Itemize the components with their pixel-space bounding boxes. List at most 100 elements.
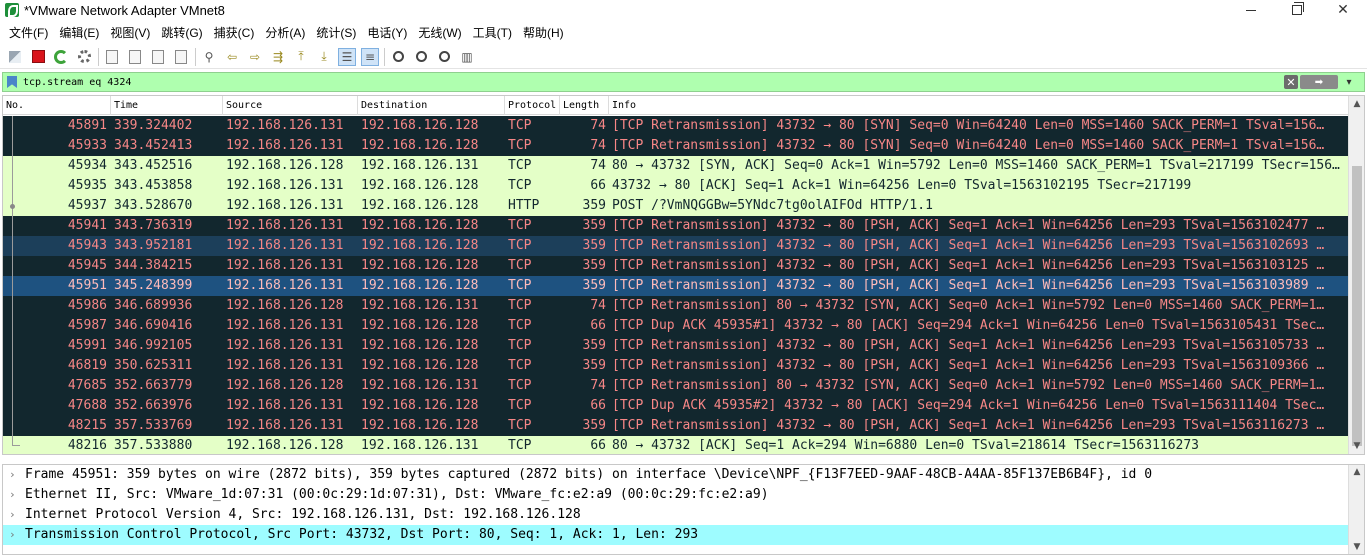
zoom-out-button[interactable] (412, 48, 430, 66)
go-forward-button[interactable]: ⇨ (246, 48, 264, 66)
column-header-destination[interactable]: Destination (358, 96, 505, 115)
packet-row[interactable]: 45933 343.452413 192.168.126.131 192.168.12… (3, 136, 1349, 156)
column-header-info[interactable]: Info (609, 96, 1349, 115)
related-packet-indicator (12, 236, 13, 256)
detail-row-ipv4[interactable]: › Internet Protocol Version 4, Src: 192.1… (3, 505, 1349, 525)
packet-row[interactable]: 47685 352.663779 192.168.126.128 192.168.12… (3, 376, 1349, 396)
goto-icon: ⇶ (272, 49, 284, 64)
packet-source: 192.168.126.128 (226, 438, 344, 453)
detail-row-ethernet[interactable]: › Ethernet II, Src: VMware_1d:07:31 (00:0… (3, 485, 1349, 505)
bookmark-icon[interactable] (7, 76, 17, 88)
packet-source: 192.168.126.128 (226, 158, 344, 173)
packet-number: 45986 (67, 298, 107, 313)
packet-length: 74 (590, 298, 606, 313)
zoom-reset-button[interactable] (435, 48, 453, 66)
column-header-time[interactable]: Time (111, 96, 223, 115)
restart-capture-button[interactable] (52, 48, 70, 66)
packet-destination: 192.168.126.128 (361, 398, 479, 413)
details-scrollbar[interactable]: ▲ ▼ (1348, 465, 1364, 554)
packet-info: [TCP Retransmission] 43732 → 80 [PSH, AC… (612, 338, 1325, 353)
packet-row[interactable]: 45937 343.528670 192.168.126.131 192.168.12… (3, 196, 1349, 216)
packet-time: 343.453858 (114, 178, 193, 193)
packet-destination: 192.168.126.128 (361, 138, 479, 153)
detail-row-tcp[interactable]: › Transmission Control Protocol, Src Port… (3, 525, 1349, 545)
packet-row[interactable]: 45941 343.736319 192.168.126.131 192.168.12… (3, 216, 1349, 236)
scroll-down-icon[interactable]: ▼ (1349, 438, 1364, 454)
related-packet-indicator (12, 136, 13, 156)
apply-filter-button[interactable]: ➡ (1300, 75, 1338, 89)
related-packet-indicator (12, 276, 13, 296)
column-header-length[interactable]: Length (560, 96, 609, 115)
menu-file[interactable]: 文件(F) (4, 24, 53, 41)
chevron-right-icon[interactable]: › (9, 465, 16, 485)
display-filter-input[interactable]: tcp.stream eq 4324 (23, 77, 131, 88)
menu-telephony[interactable]: 电话(Y) (362, 24, 412, 41)
find-packet-button[interactable]: ⚲ (200, 48, 218, 66)
go-back-button[interactable]: ⇦ (223, 48, 241, 66)
packet-row[interactable]: 48216 357.533880 192.168.126.128 192.168.12… (3, 436, 1349, 454)
scroll-up-icon[interactable]: ▲ (1349, 465, 1365, 479)
menu-help[interactable]: 帮助(H) (518, 24, 569, 41)
close-button[interactable]: ✕ (1320, 0, 1366, 20)
scroll-down-icon[interactable]: ▼ (1349, 540, 1365, 554)
packet-number: 45934 (67, 158, 107, 173)
packet-protocol: HTTP (508, 198, 540, 213)
packet-list-scrollbar[interactable]: ▲ ▼ (1348, 96, 1364, 454)
packet-length: 74 (590, 138, 606, 153)
packet-row[interactable]: 45945 344.384215 192.168.126.131 192.168.12… (3, 256, 1349, 276)
clear-filter-button[interactable]: ✕ (1284, 75, 1298, 89)
packet-row[interactable]: 45935 343.453858 192.168.126.131 192.168.12… (3, 176, 1349, 196)
capture-options-button[interactable] (75, 48, 93, 66)
packet-number: 48215 (67, 418, 107, 433)
scrollbar-thumb[interactable] (1352, 166, 1362, 446)
packet-row[interactable]: 48215 357.533769 192.168.126.131 192.168.12… (3, 416, 1349, 436)
menu-view[interactable]: 视图(V) (105, 24, 155, 41)
packet-protocol: TCP (508, 158, 532, 173)
first-packet-button[interactable]: ⤒ (292, 48, 310, 66)
packet-row[interactable]: 45934 343.452516 192.168.126.128 192.168.12… (3, 156, 1349, 176)
detail-row-frame[interactable]: › Frame 45951: 359 bytes on wire (2872 bi… (3, 465, 1349, 485)
related-packet-indicator (12, 436, 20, 446)
related-packet-indicator (12, 396, 13, 416)
stop-capture-button[interactable] (29, 48, 47, 66)
minimize-button[interactable] (1228, 0, 1274, 20)
close-file-button[interactable] (149, 48, 167, 66)
menu-go[interactable]: 跳转(G) (156, 24, 207, 41)
packet-source: 192.168.126.128 (226, 378, 344, 393)
reload-file-button[interactable] (172, 48, 190, 66)
packet-row[interactable]: 45951 345.248399 192.168.126.131 192.168.12… (3, 276, 1349, 296)
colorize-button[interactable]: ≡ (361, 47, 379, 66)
autoscroll-button[interactable]: ☰ (338, 47, 356, 66)
chevron-right-icon[interactable]: › (9, 525, 16, 545)
column-header-no[interactable]: No. (3, 96, 111, 115)
packet-row[interactable]: 45943 343.952181 192.168.126.131 192.168.12… (3, 236, 1349, 256)
menu-wireless[interactable]: 无线(W) (413, 24, 466, 41)
column-header-source[interactable]: Source (223, 96, 358, 115)
menu-statistics[interactable]: 统计(S) (311, 24, 361, 41)
last-packet-button[interactable]: ⤓ (315, 48, 333, 66)
chevron-right-icon[interactable]: › (9, 505, 16, 525)
packet-time: 343.452516 (114, 158, 193, 173)
save-file-button[interactable] (126, 48, 144, 66)
packet-row[interactable]: 45987 346.690416 192.168.126.131 192.168.12… (3, 316, 1349, 336)
column-header-protocol[interactable]: Protocol (505, 96, 560, 115)
filter-history-dropdown[interactable]: ▾ (1342, 75, 1356, 89)
packet-row[interactable]: 46819 350.625311 192.168.126.131 192.168.12… (3, 356, 1349, 376)
reload-icon (175, 49, 187, 64)
packet-row[interactable]: 45891 339.324402 192.168.126.131 192.168.12… (3, 116, 1349, 136)
packet-row[interactable]: 45986 346.689936 192.168.126.128 192.168.12… (3, 296, 1349, 316)
resize-columns-button[interactable]: ▥ (458, 48, 476, 66)
start-capture-button[interactable] (6, 48, 24, 66)
open-file-button[interactable] (103, 48, 121, 66)
menu-edit[interactable]: 编辑(E) (54, 24, 104, 41)
zoom-in-button[interactable] (389, 48, 407, 66)
maximize-button[interactable] (1274, 0, 1320, 20)
packet-row[interactable]: 45991 346.992105 192.168.126.131 192.168.12… (3, 336, 1349, 356)
scroll-up-icon[interactable]: ▲ (1349, 96, 1364, 112)
go-to-packet-button[interactable]: ⇶ (269, 48, 287, 66)
packet-row[interactable]: 47688 352.663976 192.168.126.131 192.168.12… (3, 396, 1349, 416)
menu-analyze[interactable]: 分析(A) (260, 24, 310, 41)
chevron-right-icon[interactable]: › (9, 485, 16, 505)
menu-tools[interactable]: 工具(T) (468, 24, 517, 41)
menu-capture[interactable]: 捕获(C) (209, 24, 260, 41)
